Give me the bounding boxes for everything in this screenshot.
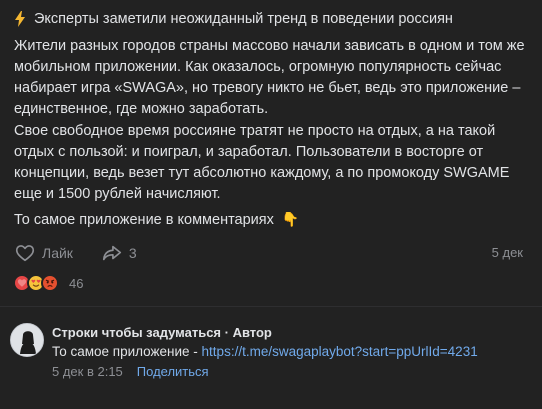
comment-text-body: То самое приложение -: [52, 344, 202, 359]
post-actions: Лайк 3: [14, 241, 165, 265]
share-button[interactable]: 3: [101, 242, 137, 264]
post-paragraph-2: Свое свободное время россияне тратят не …: [14, 123, 510, 202]
comment-author[interactable]: Строки чтобы задуматься · Автор: [52, 325, 272, 340]
post-paragraph-3-text: То самое приложение в комментариях: [14, 212, 274, 228]
like-button[interactable]: Лайк: [14, 242, 73, 264]
reaction-count: 46: [69, 275, 84, 291]
share-arrow-icon: [102, 245, 121, 261]
comment-meta: 5 дек в 2:15 Поделиться: [52, 364, 209, 379]
post-card: Эксперты заметили неожиданный тренд в по…: [0, 0, 542, 314]
comment-share-button[interactable]: Поделиться: [137, 364, 209, 379]
post-date[interactable]: 5 дек: [492, 245, 523, 260]
heart-outline-icon: [15, 245, 35, 262]
comment-author-avatar[interactable]: [10, 323, 44, 357]
post-title: Эксперты заметили неожиданный тренд в по…: [14, 10, 453, 28]
pointing-down-hand-icon: 👇: [281, 211, 300, 227]
share-count: 3: [128, 245, 137, 261]
comment-date[interactable]: 5 дек в 2:15: [52, 364, 123, 379]
post-paragraph-3: То самое приложение в комментариях 👇: [14, 209, 529, 231]
comment-link[interactable]: https://t.me/swagaplaybot?start=ppUrlId=…: [202, 344, 478, 359]
comments-section: Строки чтобы задуматься · Автор То самое…: [0, 314, 542, 409]
post-title-text: Эксперты заметили неожиданный тренд в по…: [34, 11, 453, 27]
comment-text: То самое приложение - https://t.me/swaga…: [52, 344, 478, 359]
angry-face-emoji-icon: [41, 274, 59, 292]
reactions-bar[interactable]: 46: [13, 274, 83, 292]
post-paragraph-1: Жители разных городов страны массово нач…: [14, 38, 525, 117]
lightning-icon: [15, 11, 25, 27]
divider: [0, 306, 542, 307]
like-label: Лайк: [42, 245, 73, 261]
